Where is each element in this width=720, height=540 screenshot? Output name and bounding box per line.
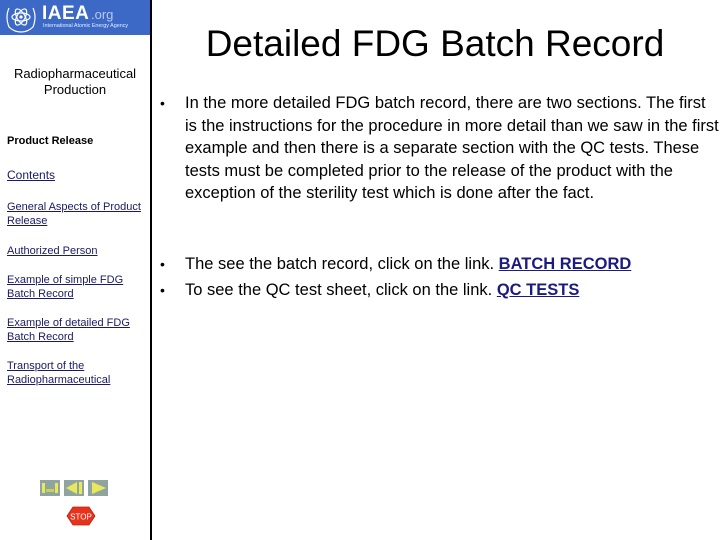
bullet-text: In the more detailed FDG batch record, t…	[185, 94, 719, 202]
page-title: Detailed FDG Batch Record	[205, 23, 665, 64]
bullet-marker: •	[160, 256, 165, 272]
forward-icon	[92, 482, 106, 494]
nav-link-general-aspects[interactable]: General Aspects of Product Release	[7, 200, 147, 228]
logo-agency: International Atomic Energy Agency	[43, 23, 129, 29]
nav-link-transport[interactable]: Transport of the Radiopharmaceutical	[7, 359, 147, 387]
forward-button[interactable]	[88, 480, 108, 496]
stop-label: STOP	[70, 513, 92, 522]
nav-link-detailed-batch-record[interactable]: Example of detailed FDG Batch Record	[7, 316, 147, 344]
logo-name: IAEA	[42, 3, 90, 24]
stop-button[interactable]: STOP	[66, 506, 96, 526]
nav-heading: Product Release	[7, 135, 94, 147]
home-button[interactable]	[40, 480, 60, 496]
qc-tests-link[interactable]: QC TESTS	[497, 281, 580, 299]
atom-emblem-icon	[6, 7, 36, 33]
nav-link-authorized-person[interactable]: Authorized Person	[7, 244, 147, 258]
bullet-marker: •	[160, 282, 165, 298]
iaea-logo[interactable]: IAEA .org International Atomic Energy Ag…	[0, 0, 150, 35]
bullet-text: To see the QC test sheet, click on the l…	[185, 281, 497, 299]
stop-sign-icon: STOP	[66, 506, 96, 526]
bullet-marker: •	[160, 95, 165, 111]
logo-suffix: .org	[91, 7, 114, 22]
nav-link-contents[interactable]: Contents	[7, 168, 147, 182]
back-button[interactable]	[64, 480, 84, 496]
section-title: Radiopharmaceutical Production	[13, 66, 137, 97]
bullet-text: The see the batch record, click on the l…	[185, 255, 499, 273]
nav-link-simple-batch-record[interactable]: Example of simple FDG Batch Record	[7, 273, 147, 301]
back-icon	[66, 482, 82, 494]
home-icon	[42, 483, 58, 493]
sidebar: IAEA .org International Atomic Energy Ag…	[0, 0, 152, 540]
batch-record-link[interactable]: BATCH RECORD	[499, 255, 632, 273]
